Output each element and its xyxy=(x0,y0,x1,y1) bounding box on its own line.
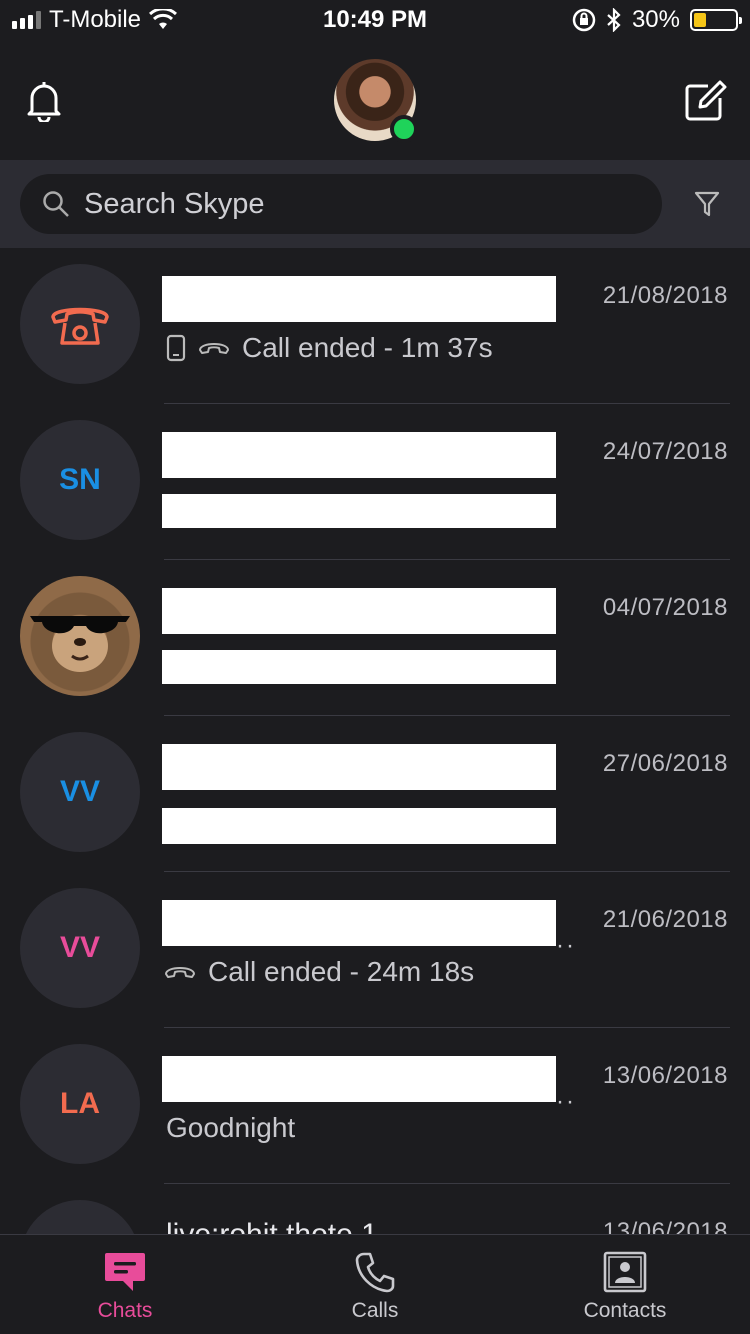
contact-name-redacted xyxy=(162,588,556,634)
contact-name-redacted xyxy=(162,276,556,322)
chat-snippet: Call ended - 24m 18s xyxy=(164,956,474,988)
snippet-text: Call ended - 24m 18s xyxy=(208,956,475,987)
avatar-initials: LA xyxy=(60,1087,100,1120)
chat-row[interactable]: 21/08/2018 Call ended - 1m 37s xyxy=(0,248,750,404)
status-right: 30% xyxy=(572,6,742,34)
chat-date: 13/06/2018 xyxy=(602,1062,728,1089)
snippet-text: Call ended - 1m 37s xyxy=(242,332,493,363)
chat-row[interactable]: VV ·· 21/06/2018 Call ended - 24m 18s xyxy=(0,872,750,1028)
tab-label: Calls xyxy=(351,1299,399,1322)
search-input[interactable]: Search Skype xyxy=(20,174,662,234)
battery-icon xyxy=(690,9,742,31)
chat-date: 04/07/2018 xyxy=(602,594,728,621)
compose-icon[interactable] xyxy=(684,80,728,127)
contact-name-redacted xyxy=(162,744,556,790)
chat-date: 21/06/2018 xyxy=(602,906,728,933)
chat-date: 21/08/2018 xyxy=(602,282,728,309)
search-bar: Search Skype xyxy=(0,160,750,248)
contact-name-redacted xyxy=(162,432,556,478)
chat-list: 21/08/2018 Call ended - 1m 37s SN 24/07/… xyxy=(0,248,750,1234)
filter-icon[interactable] xyxy=(694,190,720,223)
contact-name: live:rohit thote 1 xyxy=(166,1218,378,1234)
avatar xyxy=(20,576,140,696)
chat-date: 24/07/2018 xyxy=(602,438,728,465)
chat-date: 13/06/2018 xyxy=(602,1218,728,1234)
avatar xyxy=(20,1200,140,1234)
phone-icon xyxy=(51,307,109,345)
truncation-ellipsis: ·· xyxy=(556,932,576,959)
chat-date: 27/06/2018 xyxy=(602,750,728,777)
avatar: LA xyxy=(20,1044,140,1164)
chat-icon xyxy=(105,1253,145,1291)
avatar: VV xyxy=(20,732,140,852)
sunglasses-avatar-image xyxy=(30,616,130,672)
avatar-initials: SN xyxy=(59,463,101,496)
snippet-redacted xyxy=(162,650,556,684)
tab-label: Contacts xyxy=(583,1299,667,1322)
hangup-icon xyxy=(199,343,229,354)
avatar-initials: VV xyxy=(59,931,101,964)
presence-indicator xyxy=(390,115,418,143)
chat-snippet: Call ended - 1m 37s xyxy=(166,332,493,364)
tab-contacts[interactable]: Contacts xyxy=(500,1235,750,1334)
bell-icon[interactable] xyxy=(24,80,64,127)
chat-row[interactable]: SN 24/07/2018 xyxy=(0,404,750,560)
avatar: VV xyxy=(20,888,140,1008)
chat-snippet: Goodnight xyxy=(166,1112,295,1144)
tab-label: Chats xyxy=(97,1299,153,1322)
tab-chats[interactable]: Chats xyxy=(0,1235,250,1334)
truncation-ellipsis: ·· xyxy=(556,1088,576,1115)
avatar: SN xyxy=(20,420,140,540)
search-placeholder: Search Skype xyxy=(84,187,265,220)
phone-icon xyxy=(355,1252,395,1293)
chat-row[interactable]: 04/07/2018 xyxy=(0,560,750,716)
chat-row[interactable]: LA ·· 13/06/2018 Goodnight xyxy=(0,1028,750,1184)
mobile-icon xyxy=(166,334,186,362)
tab-calls[interactable]: Calls xyxy=(250,1235,500,1334)
profile-avatar-button[interactable] xyxy=(334,59,418,143)
chat-row[interactable]: VV 27/06/2018 xyxy=(0,716,750,872)
tab-bar: Chats Calls Contacts xyxy=(0,1234,750,1334)
hangup-icon xyxy=(165,967,195,978)
avatar-initials: VV xyxy=(59,775,101,808)
battery-percent: 30% xyxy=(631,6,680,33)
snippet-redacted xyxy=(162,494,556,528)
bluetooth-icon xyxy=(607,8,621,32)
snippet-redacted xyxy=(162,808,556,844)
contact-name-redacted xyxy=(162,900,556,946)
snippet-text: Goodnight xyxy=(166,1112,296,1143)
header xyxy=(0,40,750,160)
chat-row[interactable]: live:rohit thote 1 13/06/2018 xyxy=(0,1184,750,1234)
status-bar: T-Mobile 10:49 PM 30% xyxy=(0,0,750,40)
avatar xyxy=(20,264,140,384)
rotation-lock-icon xyxy=(572,8,596,32)
search-icon xyxy=(43,191,69,217)
contacts-icon xyxy=(603,1251,647,1293)
contact-name-redacted xyxy=(162,1056,556,1102)
